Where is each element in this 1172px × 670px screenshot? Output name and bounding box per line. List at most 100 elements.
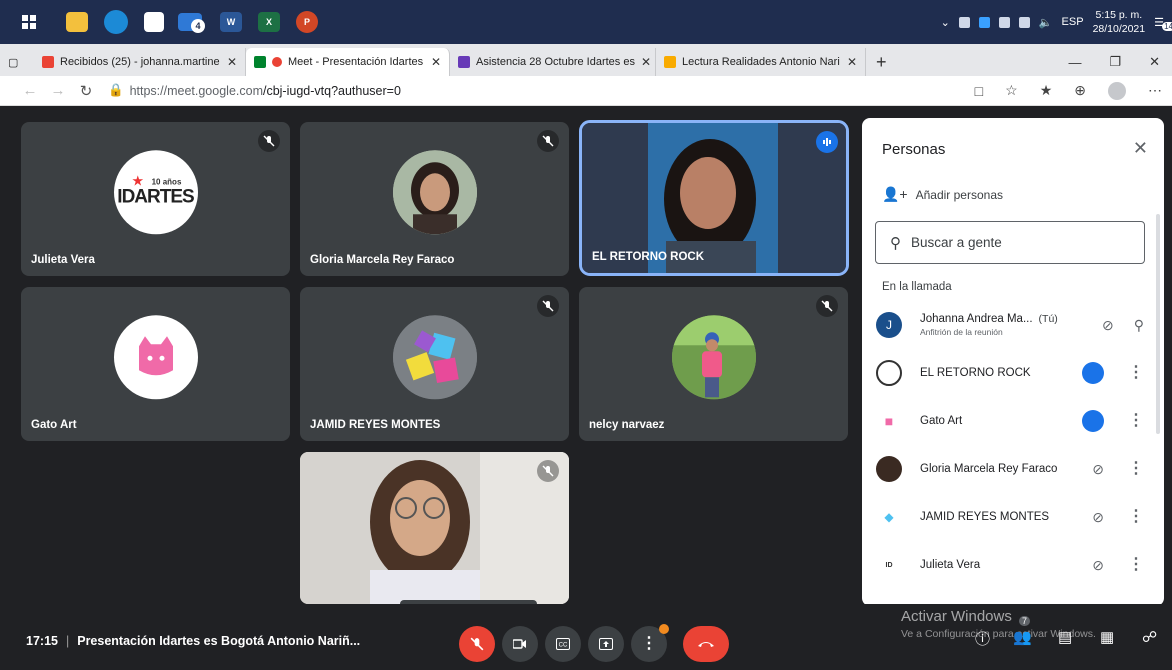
tab-gmail[interactable]: Recibidos (25) - johanna.martine ✕	[34, 48, 246, 76]
more-options-icon[interactable]: ⋮	[1128, 509, 1144, 525]
new-tab-icon[interactable]: +	[866, 48, 897, 76]
avatar-photo	[392, 150, 477, 235]
url-field[interactable]: 🔒 https://meet.google.com/cbj-iugd-vtq?a…	[108, 83, 401, 98]
profile-icon[interactable]	[1108, 81, 1126, 100]
participant-tile-jamid[interactable]: JAMID REYES MONTES	[300, 287, 569, 441]
tray-app-icon[interactable]	[958, 16, 970, 28]
avatar-photo	[671, 315, 756, 400]
more-icon[interactable]: ⋯	[1148, 82, 1162, 99]
store-icon[interactable]	[144, 12, 164, 32]
more-options-icon[interactable]: ⋮	[1128, 413, 1144, 429]
close-window-icon[interactable]: ✕	[1149, 54, 1160, 70]
mail-badge: 4	[191, 19, 205, 33]
participant-row[interactable]: J Johanna Andrea Ma... (Tú) Anfitrión de…	[876, 301, 1158, 349]
row-actions: ⊘ ⚲	[1102, 317, 1158, 334]
chevron-up-icon[interactable]: ⌄	[941, 16, 950, 29]
file-explorer-icon[interactable]	[66, 12, 88, 32]
people-panel: Personas ✕ 👤+ Añadir personas ⚲ Buscar a…	[862, 118, 1164, 606]
network-icon[interactable]	[998, 16, 1010, 28]
participant-tile-retorno[interactable]: EL RETORNO ROCK	[579, 120, 849, 276]
language-indicator[interactable]: ESP	[1062, 16, 1084, 28]
battery-icon[interactable]	[1018, 16, 1030, 28]
people-icon[interactable]: 👥 7	[1013, 616, 1032, 646]
mail-icon[interactable]: 4	[178, 13, 205, 33]
host-controls-icon[interactable]: ☍	[1142, 628, 1157, 646]
notification-icon[interactable]: ☰ 14	[1154, 16, 1172, 31]
tab-forms[interactable]: Asistencia 28 Octubre Idartes es ✕	[450, 48, 656, 76]
add-people-button[interactable]: 👤+ Añadir personas	[882, 186, 1003, 203]
favorites-icon[interactable]: ★	[1040, 82, 1053, 99]
window-controls: — ❐ ✕	[1068, 48, 1172, 76]
windows-taskbar: 4 W X P ⌄ 🔈 ESP 5:15 p. m. 28/10/2021 ☰ …	[0, 0, 1172, 44]
volume-icon[interactable]: 🔈	[1039, 16, 1053, 29]
tab-label: Lectura Realidades Antonio Nari	[682, 56, 840, 68]
more-options-button[interactable]: ⋮	[631, 624, 669, 662]
tab-label: Recibidos (25) - johanna.martine	[60, 56, 220, 68]
tab-lectura[interactable]: Lectura Realidades Antonio Nari ✕	[656, 48, 866, 76]
tile-name: Julieta Vera	[31, 254, 95, 266]
tile-name: EL RETORNO ROCK	[592, 251, 705, 263]
favorite-icon[interactable]: ☆	[1005, 82, 1018, 99]
restore-icon[interactable]: ❐	[1109, 54, 1121, 70]
word-icon[interactable]: W	[220, 12, 242, 32]
windows-start-icon[interactable]	[14, 7, 44, 37]
you-label: (Tú)	[1038, 313, 1058, 325]
excel-icon[interactable]: X	[258, 12, 280, 32]
row-actions: ⋮	[1082, 410, 1158, 432]
address-bar: ← → ↻ 🔒 https://meet.google.com/cbj-iugd…	[0, 76, 1172, 106]
close-icon[interactable]: ✕	[847, 55, 857, 69]
tray-app-icon[interactable]	[978, 16, 990, 28]
participant-row[interactable]: ◆ JAMID REYES MONTES ⊘ ⋮	[876, 493, 1158, 541]
participant-row[interactable]: ■ Gato Art ⋮	[876, 397, 1158, 445]
participant-row[interactable]: EL RETORNO ROCK ⋮	[876, 349, 1158, 397]
more-options-icon[interactable]: ⋮	[1128, 557, 1144, 573]
document-icon	[664, 56, 676, 68]
camera-toggle-button[interactable]	[502, 626, 538, 662]
close-icon[interactable]: ✕	[431, 55, 441, 69]
present-screen-button[interactable]	[588, 626, 624, 662]
participant-tile-nelcy[interactable]: nelcy narvaez	[579, 287, 848, 441]
row-actions: ⊘ ⋮	[1092, 557, 1158, 574]
mic-toggle-button[interactable]	[459, 626, 495, 662]
notification-count: 14	[1162, 21, 1172, 31]
search-input[interactable]: ⚲ Buscar a gente	[875, 221, 1145, 264]
notification-dot	[659, 624, 669, 634]
clock[interactable]: 5:15 p. m. 28/10/2021	[1093, 8, 1146, 36]
panel-title: Personas	[882, 141, 946, 158]
participant-tile-gato[interactable]: Gato Art	[21, 287, 290, 441]
edge-browser-icon[interactable]	[104, 10, 128, 34]
cubes-avatar: ◆	[876, 504, 902, 530]
close-icon[interactable]: ✕	[641, 55, 651, 69]
more-options-icon[interactable]: ⋮	[1128, 461, 1144, 477]
participant-row[interactable]: Gloria Marcela Rey Faraco ⊘ ⋮	[876, 445, 1158, 493]
participant-tile-julieta[interactable]: 10 años IDARTES ★ Julieta Vera	[21, 122, 290, 276]
close-icon[interactable]: ✕	[227, 55, 237, 69]
svg-text:CC: CC	[559, 643, 568, 649]
participant-row[interactable]: ID Julieta Vera ⊘ ⋮	[876, 541, 1158, 589]
tab-actions-icon[interactable]: ▢	[0, 48, 34, 76]
leave-call-button[interactable]	[683, 626, 729, 662]
back-icon[interactable]: ←	[16, 82, 44, 99]
minimize-icon[interactable]: —	[1068, 55, 1081, 70]
captions-button[interactable]: CC	[545, 626, 581, 662]
activities-icon[interactable]: ▦	[1100, 628, 1114, 646]
powerpoint-icon[interactable]: P	[296, 11, 318, 33]
participant-tile-gloria[interactable]: Gloria Marcela Rey Faraco	[300, 122, 569, 276]
close-icon[interactable]: ✕	[1133, 138, 1148, 159]
refresh-icon[interactable]: ↻	[72, 82, 100, 100]
participant-name: EL RETORNO ROCK	[920, 367, 1031, 379]
cat-avatar: ■	[876, 408, 902, 434]
collections-icon[interactable]: ⊕	[1074, 82, 1086, 99]
more-status-icon	[1082, 410, 1104, 432]
add-people-label: Añadir personas	[915, 187, 1003, 202]
forward-icon[interactable]: →	[44, 82, 72, 99]
more-options-icon[interactable]: ⋮	[1128, 365, 1144, 381]
pin-icon[interactable]: ⚲	[1134, 317, 1144, 334]
camera-icon[interactable]: □	[975, 83, 983, 99]
info-icon[interactable]: ⓘ	[975, 628, 990, 649]
tab-meet[interactable]: Meet - Presentación Idartes ✕	[246, 48, 450, 76]
chat-icon[interactable]: ▤	[1058, 628, 1072, 646]
participant-name: Julieta Vera	[920, 559, 981, 571]
meeting-controls-bar: 17:15 | Presentación Idartes es Bogotá Ant…	[0, 604, 1172, 670]
self-view-tile[interactable]	[300, 452, 569, 604]
